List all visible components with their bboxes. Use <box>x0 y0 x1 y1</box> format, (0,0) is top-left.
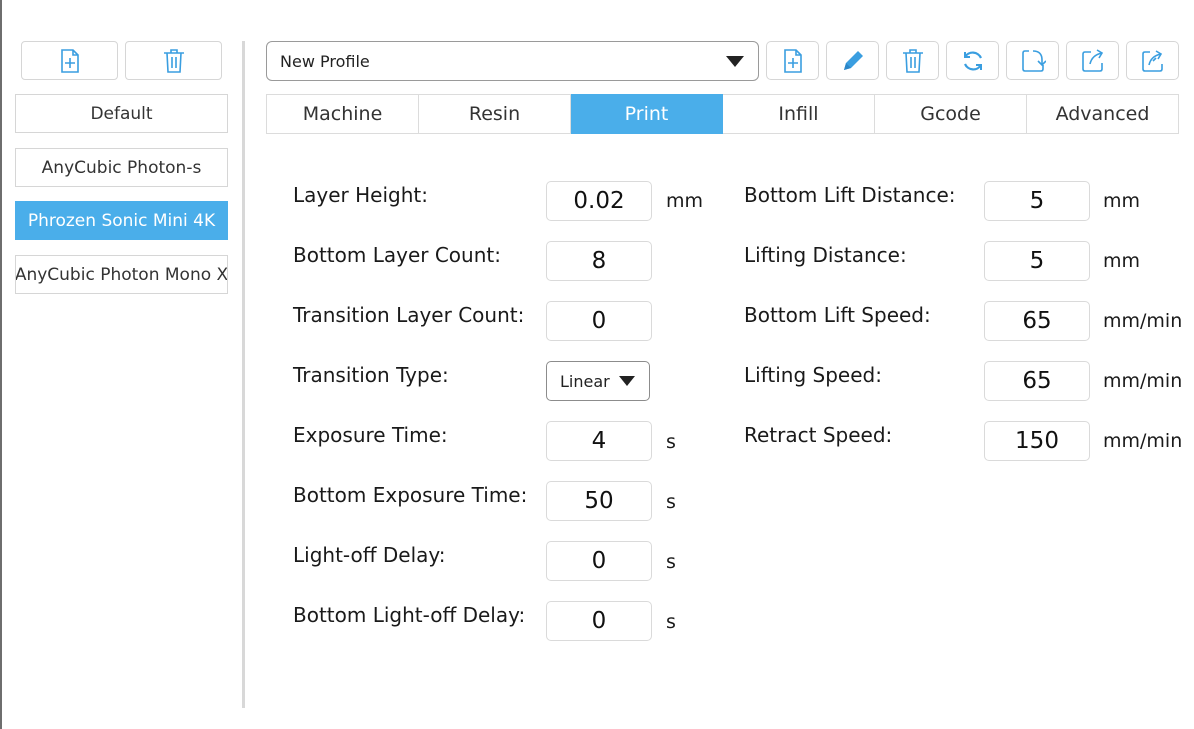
refresh-icon <box>963 51 982 70</box>
layer-height-label: Layer Height: <box>293 183 428 207</box>
tab-advanced[interactable]: Advanced <box>1027 94 1179 134</box>
window-edge <box>0 0 2 729</box>
tab-infill[interactable]: Infill <box>723 94 875 134</box>
transition-type-value: Linear <box>560 371 610 391</box>
new-profile-button[interactable] <box>766 41 819 80</box>
bottom-layer-count-input[interactable]: 8 <box>546 241 652 281</box>
export-all-icon <box>1141 49 1163 72</box>
reset-button[interactable] <box>946 41 999 80</box>
light-off-delay-label: Light-off Delay: <box>293 543 446 567</box>
profile-item-anycubic-photon-s[interactable]: AnyCubic Photon-s <box>15 148 228 187</box>
add-profile-button[interactable] <box>21 41 118 80</box>
bottom-lift-speed-label: Bottom Lift Speed: <box>744 303 931 327</box>
bottom-light-off-delay-label: Bottom Light-off Delay: <box>293 603 526 627</box>
import-icon <box>1021 49 1046 72</box>
bottom-light-off-delay-input[interactable]: 0 <box>546 601 652 641</box>
transition-layer-count-label: Transition Layer Count: <box>293 303 525 327</box>
export-button[interactable] <box>1066 41 1119 80</box>
sidebar-divider <box>242 41 245 708</box>
profile-select[interactable]: New Profile <box>266 41 759 81</box>
bottom-exposure-time-label: Bottom Exposure Time: <box>293 483 528 507</box>
layer-height-input[interactable]: 0.02 <box>546 181 652 221</box>
bottom-lift-speed-input[interactable]: 65 <box>984 301 1090 341</box>
transition-type-select[interactable]: Linear <box>546 361 650 401</box>
profile-select-value: New Profile <box>280 51 370 71</box>
lifting-speed-input[interactable]: 65 <box>984 361 1090 401</box>
lifting-distance-unit: mm <box>1103 250 1141 272</box>
lifting-distance-label: Lifting Distance: <box>744 243 907 267</box>
lifting-speed-unit: mm/min <box>1103 370 1183 392</box>
transition-layer-count-input[interactable]: 0 <box>546 301 652 341</box>
tab-print[interactable]: Print <box>571 94 723 134</box>
bottom-lift-distance-unit: mm <box>1103 190 1141 212</box>
file-plus-icon <box>60 48 79 73</box>
file-plus-icon <box>783 48 802 73</box>
bottom-layer-count-label: Bottom Layer Count: <box>293 243 501 267</box>
caret-down-icon <box>619 376 635 386</box>
settings-tabs: Machine Resin Print Infill Gcode Advance… <box>266 94 1179 134</box>
bottom-lift-distance-input[interactable]: 5 <box>984 181 1090 221</box>
lifting-speed-label: Lifting Speed: <box>744 363 882 387</box>
delete-profile-button[interactable] <box>125 41 222 80</box>
light-off-delay-input[interactable]: 0 <box>546 541 652 581</box>
tab-resin[interactable]: Resin <box>419 94 571 134</box>
exposure-time-unit: s <box>666 431 676 453</box>
edit-profile-button[interactable] <box>826 41 879 80</box>
delete-button[interactable] <box>886 41 939 80</box>
trash-icon <box>902 48 923 73</box>
bottom-lift-speed-unit: mm/min <box>1103 310 1183 332</box>
lifting-distance-input[interactable]: 5 <box>984 241 1090 281</box>
light-off-delay-unit: s <box>666 551 676 573</box>
profile-item-anycubic-photon-mono-x[interactable]: AnyCubic Photon Mono X <box>15 255 228 294</box>
trash-icon <box>163 48 184 73</box>
retract-speed-input[interactable]: 150 <box>984 421 1090 461</box>
caret-down-icon <box>726 56 744 67</box>
slicer-settings-window: Default AnyCubic Photon-s Phrozen Sonic … <box>0 0 1194 729</box>
bottom-lift-distance-label: Bottom Lift Distance: <box>744 183 956 207</box>
transition-type-label: Transition Type: <box>293 363 449 387</box>
exposure-time-label: Exposure Time: <box>293 423 448 447</box>
bottom-exposure-time-input[interactable]: 50 <box>546 481 652 521</box>
export-icon <box>1081 48 1103 72</box>
profile-item-phrozen-sonic-mini-4k[interactable]: Phrozen Sonic Mini 4K <box>15 201 228 240</box>
exposure-time-input[interactable]: 4 <box>546 421 652 461</box>
profile-item-default[interactable]: Default <box>15 94 228 133</box>
layer-height-unit: mm <box>666 190 704 212</box>
retract-speed-label: Retract Speed: <box>744 423 893 447</box>
bottom-exposure-time-unit: s <box>666 491 676 513</box>
retract-speed-unit: mm/min <box>1103 430 1183 452</box>
tab-gcode[interactable]: Gcode <box>875 94 1027 134</box>
bottom-light-off-delay-unit: s <box>666 611 676 633</box>
export-all-button[interactable] <box>1126 41 1179 80</box>
tab-machine[interactable]: Machine <box>266 94 419 134</box>
import-button[interactable] <box>1006 41 1059 80</box>
pencil-icon <box>843 50 863 70</box>
